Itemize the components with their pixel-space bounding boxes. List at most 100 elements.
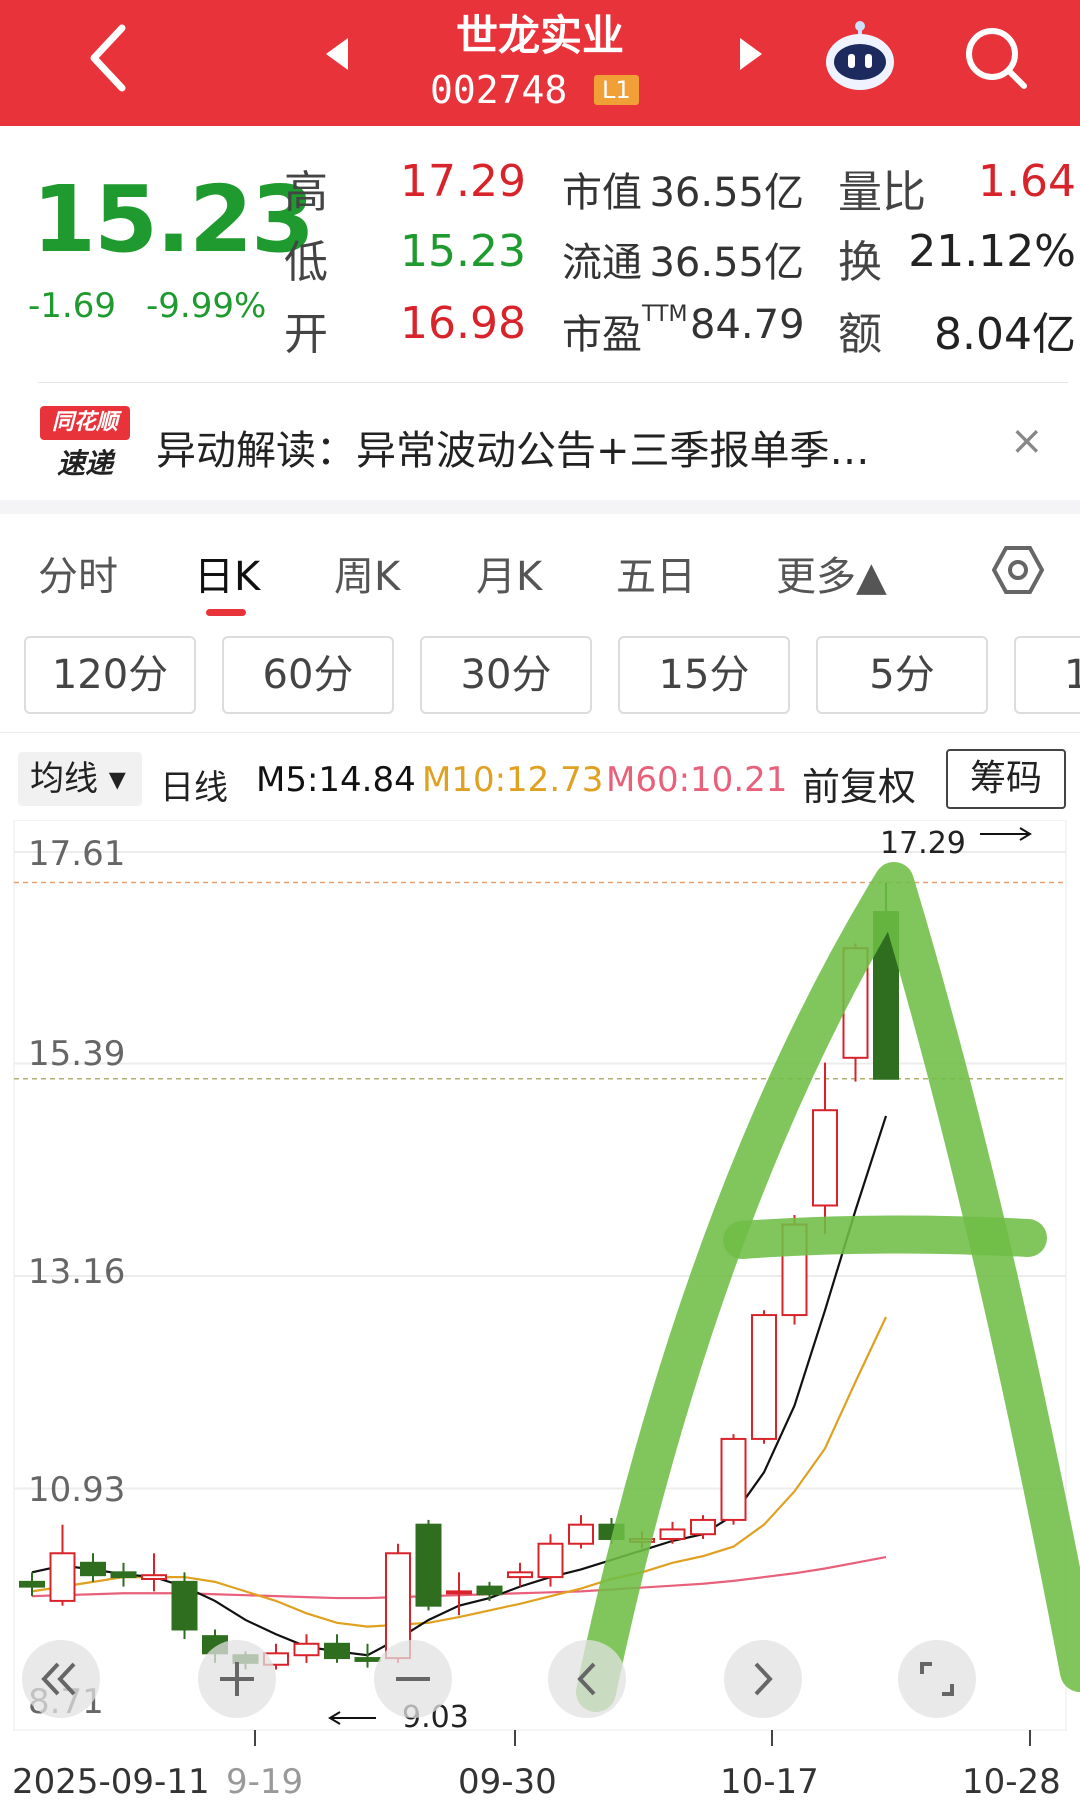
chart-tabs: 分时 日K 周K 月K 五日 更多▲ [0,514,1080,624]
scroll-left-button[interactable] [548,1640,626,1718]
level-badge: L1 [594,75,639,105]
period-1min[interactable]: 1 [1014,636,1080,714]
tab-more[interactable]: 更多▲ [776,544,887,602]
plus-icon [220,1662,254,1696]
candle-body [141,1574,167,1580]
stock-name: 世龙实业 [455,11,624,60]
candle-body [49,1552,76,1602]
period-30min[interactable]: 30分 [420,636,592,714]
low-value: 15.23 [400,226,526,277]
stock-code: 002748 [430,68,568,112]
pe-label: 市盈TTM [562,302,688,358]
x-tick-label: 10-28 [962,1762,1061,1802]
tab-daily-k[interactable]: 日K [194,544,260,602]
news-headline[interactable]: 异动解读：异常波动公告+三季报单季… [156,418,870,476]
turnover-label: 换 [838,237,882,288]
candle-body [507,1571,533,1579]
fullscreen-button[interactable] [898,1640,976,1718]
kline-chart[interactable]: 17.61 15.39 13.16 10.93 8.71 17.29 9.03 … [0,820,1080,1814]
candle-body [324,1642,350,1660]
zoom-in-button[interactable] [198,1640,276,1718]
scroll-right-button[interactable] [724,1640,802,1718]
y-tick-label: 10.93 [28,1470,126,1510]
tab-monthly-k[interactable]: 月K [476,544,542,602]
news-banner[interactable]: 同花顺 速递 异动解读：异常波动公告+三季报单季… × [0,390,1080,500]
ma5-value: M5:14.84 [256,760,416,800]
chevron-right-icon [754,1662,773,1696]
prev-stock-icon[interactable] [318,34,358,74]
active-tab-indicator [206,609,246,616]
candle-body [812,1109,838,1207]
period-120min[interactable]: 120分 [24,636,196,714]
fullscreen-icon [920,1662,954,1696]
settings-hexagon-icon[interactable] [992,544,1044,596]
robot-assistant-icon[interactable] [820,16,900,96]
high-annotation: 17.29 [880,826,966,861]
handdrawn-letter-a-stroke [576,862,1080,1712]
adjust-mode[interactable]: 前复权 [802,756,916,811]
float-value: 36.55亿 [649,240,804,286]
period-60min[interactable]: 60分 [222,636,394,714]
volratio-label: 量比 [838,167,926,218]
indicator-dropdown[interactable]: 均线 ▾ [18,752,142,806]
volratio-value: 1.64 [978,156,1076,207]
candle-body [171,1580,198,1631]
moving-average-bar: 均线 ▾ 日线 M5:14.84 M10:12.73 M60:10.21 前复权… [0,744,1080,814]
double-chevron-left-icon [41,1662,76,1696]
zoom-out-button[interactable] [374,1640,452,1718]
x-tick-label: 10-17 [720,1762,819,1802]
pe-value: 84.79 [690,302,805,348]
candle-body [568,1523,594,1545]
section-gap [0,500,1080,514]
period-5min[interactable]: 5分 [816,636,988,714]
current-price: 15.23 [32,166,315,273]
quote-divider [38,382,1068,383]
candle-body [659,1528,686,1540]
candle-body [80,1561,106,1577]
y-tick-label: 15.39 [28,1034,126,1074]
handdrawn-letter-a-crossbar [723,1215,1047,1259]
back-icon[interactable] [72,18,152,98]
scroll-left-fast-button[interactable] [22,1640,100,1718]
mktcap-label: 市值 [562,170,642,216]
ma60-value: M60:10.21 [606,760,788,800]
candle-body [110,1571,137,1579]
line-type-label: 日线 [160,768,228,808]
mktcap-value: 36.55亿 [649,170,804,216]
turnover-value: 21.12% [908,226,1076,277]
y-tick-label: 17.61 [28,834,126,874]
high-label: 高 [284,167,328,218]
candle-body [446,1590,472,1595]
candle-body [415,1523,442,1607]
ma10-value: M10:12.73 [422,760,604,800]
x-tick-label: 2025-09-11 [12,1762,210,1802]
x-tick-label: 9-19 [226,1762,304,1802]
candle-body [690,1518,716,1536]
minus-icon [396,1677,430,1681]
amount-value: 8.04亿 [934,309,1076,360]
pe-ttm-sup: TTM [642,302,688,327]
candle-body [751,1314,777,1440]
stock-header: 世龙实业 002748 L1 [0,0,1080,126]
high-value: 17.29 [400,156,526,207]
price-change-pct: -9.99% [146,286,267,326]
period-row-divider [0,732,1080,733]
x-tick-label: 09-30 [458,1762,557,1802]
tab-intraday[interactable]: 分时 [38,544,118,602]
tonghuashun-express-logo: 同花顺 速递 [40,406,130,482]
candle-body [293,1642,320,1657]
next-stock-icon[interactable] [730,34,770,74]
candle-body [537,1542,564,1579]
y-tick-label: 13.16 [28,1252,126,1292]
amount-label: 额 [838,309,882,360]
open-value: 16.98 [400,298,526,349]
tab-five-day[interactable]: 五日 [616,544,696,602]
quote-panel: 15.23 -1.69 -9.99% 高 低 开 17.29 15.23 16.… [0,126,1080,376]
tab-weekly-k[interactable]: 周K [334,544,400,602]
close-icon[interactable]: × [1010,418,1044,464]
low-label: 低 [284,237,328,288]
search-icon[interactable] [960,22,1030,92]
chip-distribution-button[interactable]: 筹码 [946,749,1066,809]
period-15min[interactable]: 15分 [618,636,790,714]
candle-body [476,1585,503,1596]
